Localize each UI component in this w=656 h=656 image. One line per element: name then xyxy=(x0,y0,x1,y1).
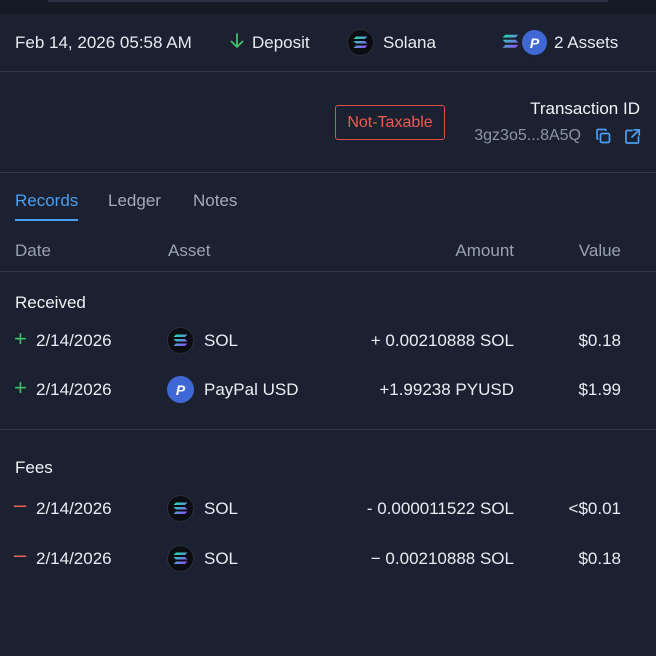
plus-icon: + xyxy=(14,375,27,400)
solana-icon xyxy=(502,34,519,54)
row-value: $1.99 xyxy=(578,380,621,399)
row-amount: +1.99238 PYUSD xyxy=(379,380,514,399)
chain: Solana xyxy=(347,29,436,56)
tab-records[interactable]: Records xyxy=(15,191,79,221)
paypal-icon: P xyxy=(520,28,549,57)
table-row[interactable]: + 2/14/2026 P PayPal USD +1.99238 PYUSD … xyxy=(0,371,656,411)
minus-icon: – xyxy=(14,542,27,567)
transaction-type: Deposit xyxy=(230,33,310,53)
top-edge xyxy=(0,0,656,14)
column-date: Date xyxy=(15,241,51,260)
external-link-icon[interactable] xyxy=(622,126,642,146)
tab-notes[interactable]: Notes xyxy=(193,191,237,211)
asset-icons-stack: P xyxy=(502,28,549,57)
row-date: 2/14/2026 xyxy=(36,549,112,568)
assets-count: 2 Assets xyxy=(554,32,619,52)
row-date: 2/14/2026 xyxy=(36,331,112,350)
row-amount: − 0.00210888 SOL xyxy=(370,549,514,568)
copy-icon[interactable] xyxy=(593,126,613,146)
tab-ledger[interactable]: Ledger xyxy=(108,191,161,211)
section-fees-title: Fees xyxy=(15,458,53,477)
table-row[interactable]: – 2/14/2026 SOL − 0.00210888 SOL $0.18 xyxy=(0,540,656,580)
assets-summary[interactable]: P 2 Assets xyxy=(502,28,619,57)
status-badge: Not-Taxable xyxy=(335,105,445,140)
row-value: <$0.01 xyxy=(568,499,621,518)
transaction-id-value: 3gz3o5...8A5Q xyxy=(474,127,581,144)
row-amount: - 0.000011522 SOL xyxy=(366,499,514,518)
table-header: Date Asset Amount Value xyxy=(0,228,656,272)
solana-icon xyxy=(347,29,374,56)
column-value: Value xyxy=(578,241,621,260)
transaction-type-label: Deposit xyxy=(252,32,310,52)
arrow-down-icon xyxy=(230,33,244,52)
row-date: 2/14/2026 xyxy=(36,499,112,518)
row-value: $0.18 xyxy=(578,549,621,568)
transaction-id-row: 3gz3o5...8A5Q xyxy=(474,126,642,146)
plus-icon: + xyxy=(14,326,27,351)
column-amount: Amount xyxy=(455,241,514,260)
row-date: 2/14/2026 xyxy=(36,380,112,399)
row-amount: + 0.00210888 SOL xyxy=(370,331,514,350)
row-asset: PayPal USD xyxy=(204,380,299,399)
table-row[interactable]: – 2/14/2026 SOL - 0.000011522 SOL <$0.01 xyxy=(0,490,656,530)
solana-icon xyxy=(167,545,194,572)
table-row[interactable]: + 2/14/2026 SOL + 0.00210888 SOL $0.18 xyxy=(0,322,656,362)
transaction-datetime: Feb 14, 2026 05:58 AM xyxy=(15,32,192,52)
tab-bar: Records Ledger Notes xyxy=(0,186,656,222)
row-asset: SOL xyxy=(204,331,239,350)
minus-icon: – xyxy=(14,492,27,517)
column-asset: Asset xyxy=(168,241,211,260)
section-divider xyxy=(0,429,656,430)
row-asset: SOL xyxy=(204,549,239,568)
chain-label: Solana xyxy=(383,32,436,52)
row-asset: SOL xyxy=(204,499,239,518)
paypal-icon: P xyxy=(167,376,194,403)
transaction-header: Not-Taxable Transaction ID 3gz3o5...8A5Q xyxy=(0,72,656,173)
solana-icon xyxy=(167,327,194,354)
transaction-id-label: Transaction ID xyxy=(530,99,640,118)
solana-icon xyxy=(167,495,194,522)
row-value: $0.18 xyxy=(578,331,621,350)
transaction-summary-bar: Feb 14, 2026 05:58 AM Deposit Solana P 2… xyxy=(0,14,656,72)
section-received-title: Received xyxy=(15,293,86,312)
